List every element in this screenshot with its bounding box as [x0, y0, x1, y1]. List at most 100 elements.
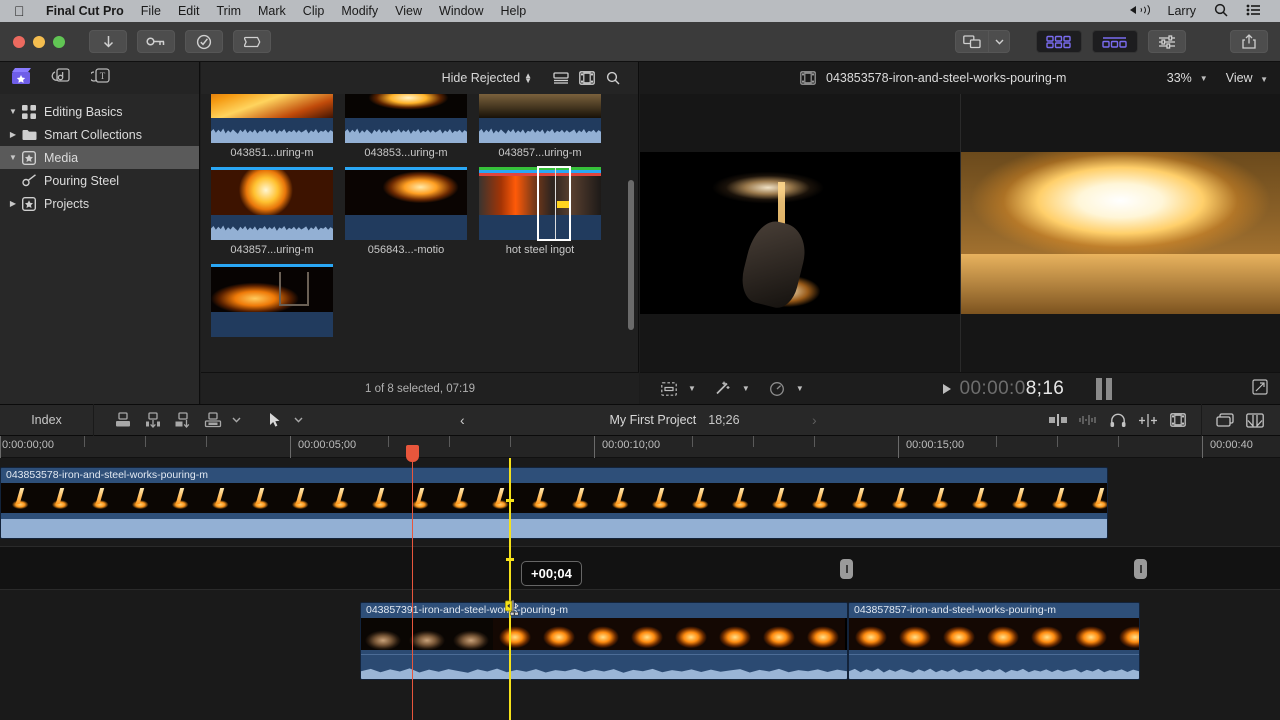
sidebar-item-smart-collections[interactable]: Smart Collections [0, 123, 199, 146]
display-layout-chevron[interactable] [988, 30, 1010, 53]
close-panel-icon[interactable] [1240, 408, 1270, 432]
menu-bar-user-name[interactable]: Larry [1159, 4, 1205, 18]
snapping-icon[interactable] [1133, 408, 1163, 432]
browser-scrollbar[interactable] [628, 180, 634, 330]
timeline-playhead[interactable] [412, 458, 413, 720]
chevron-down-icon[interactable]: ▼ [1200, 74, 1208, 83]
rating-favorite-button[interactable] [185, 30, 223, 53]
chevron-down-icon[interactable]: ▼ [1260, 75, 1268, 84]
timeline-index-button[interactable]: Index [0, 413, 93, 427]
libraries-tab[interactable] [10, 68, 32, 88]
sidebar-item-pouring-steel[interactable]: Pouring Steel [0, 169, 199, 192]
control-center-icon[interactable] [1237, 4, 1270, 19]
clip-thumbnail[interactable] [345, 94, 467, 118]
search-icon[interactable] [1205, 3, 1237, 20]
menu-item-clip[interactable]: Clip [294, 4, 333, 18]
edit-point-marker[interactable] [840, 559, 853, 579]
timeline-connected-track-area[interactable] [0, 546, 1280, 590]
chevron-down-icon[interactable]: ▼ [688, 384, 696, 393]
zoom-window-button[interactable] [53, 36, 65, 48]
browser-clip[interactable]: 043857...uring-m [479, 94, 601, 161]
show-audio-waveform-button[interactable] [1073, 408, 1103, 432]
timeline-pane[interactable]: 0:00:00;00 00:00:05;00 00:00:10;00 00:00… [0, 436, 1280, 720]
menu-item-window[interactable]: Window [431, 4, 492, 18]
timeline-tracks[interactable]: 043853578-iron-and-steel-works-pouring-m [0, 458, 1280, 720]
browser-clip-selected[interactable]: hot steel ingot [479, 167, 601, 258]
insert-button[interactable] [138, 408, 168, 432]
chevron-down-icon[interactable]: ▼ [742, 384, 750, 393]
close-window-button[interactable] [13, 36, 25, 48]
filmstrip-icon[interactable] [574, 68, 600, 88]
up-down-chevron-icon[interactable]: ▲▼ [524, 73, 532, 83]
browser-clip[interactable]: 043851...uring-m [211, 94, 333, 161]
clip-appearance-button[interactable] [1163, 408, 1193, 432]
browser-clip[interactable] [211, 264, 333, 337]
timeline-connected-clip[interactable]: 043857857-iron-and-steel-works-pouring-m [848, 602, 1140, 680]
tool-chevron-down-icon[interactable] [290, 408, 306, 432]
disclosure-triangle-icon[interactable] [6, 107, 20, 116]
viewer-display-options-button[interactable] [654, 382, 684, 396]
edit-tools-chevron[interactable] [228, 408, 244, 432]
menu-item-view[interactable]: View [387, 4, 431, 18]
browser-toggle-button[interactable] [1036, 30, 1082, 53]
menu-item-final-cut-pro[interactable]: Final Cut Pro [38, 4, 133, 18]
display-layout-button[interactable] [955, 30, 989, 53]
menu-item-modify[interactable]: Modify [333, 4, 387, 18]
clip-thumbnail[interactable] [345, 167, 467, 215]
viewer-fullscreen-button[interactable] [1252, 379, 1268, 398]
timeline-primary-clip[interactable]: 043853578-iron-and-steel-works-pouring-m [0, 467, 1108, 539]
photos-audio-tab[interactable] [50, 68, 72, 88]
clip-thumbnail[interactable] [479, 167, 601, 215]
menu-item-mark[interactable]: Mark [250, 4, 295, 18]
pause-bars-icon[interactable] [1096, 378, 1112, 400]
keyword-editor-button[interactable] [137, 30, 175, 53]
menu-item-help[interactable]: Help [492, 4, 535, 18]
disclosure-triangle-icon[interactable] [6, 130, 20, 139]
menu-item-file[interactable]: File [132, 4, 169, 18]
import-media-button[interactable] [89, 30, 127, 53]
viewer-timecode[interactable]: 00:00:08;16 [804, 378, 1252, 400]
minimize-window-button[interactable] [33, 36, 45, 48]
timeline-trim-edit-line[interactable] [509, 458, 511, 720]
timeline-ruler[interactable]: 0:00:00;00 00:00:05;00 00:00:10;00 00:00… [0, 436, 1280, 458]
titles-generators-tab[interactable]: T [90, 68, 112, 88]
append-button[interactable] [168, 408, 198, 432]
sidebar-item-editing-basics[interactable]: Editing Basics [0, 100, 199, 123]
apple-logo-icon[interactable]:  [0, 4, 38, 18]
browser-clip[interactable]: 043853...uring-m [345, 94, 467, 161]
connect-button[interactable] [108, 408, 138, 432]
browser-clip[interactable]: 056843...-motio [345, 167, 467, 258]
clip-appearance-button[interactable] [548, 68, 574, 88]
solo-button[interactable] [1103, 408, 1133, 432]
hide-rejected-label[interactable]: Hide Rejected [442, 71, 521, 85]
viewer-zoom-level[interactable]: 33% [1167, 71, 1192, 85]
share-tag-button[interactable] [233, 30, 271, 53]
menu-item-edit[interactable]: Edit [169, 4, 208, 18]
event-viewer-image[interactable] [640, 94, 960, 372]
disclosure-triangle-icon[interactable] [6, 199, 20, 208]
overwrite-button[interactable] [198, 408, 228, 432]
playhead-handle[interactable] [406, 445, 419, 462]
clip-thumbnail[interactable] [211, 264, 333, 312]
viewer-image[interactable] [960, 94, 1280, 372]
volume-icon[interactable] [1121, 3, 1159, 20]
chevron-down-icon[interactable]: ▼ [796, 384, 804, 393]
timeline-connected-clip[interactable]: 043857391-iron-and-steel-works-pouring-m [360, 602, 848, 680]
viewer-enhancements-button[interactable] [708, 381, 738, 396]
clip-thumbnail[interactable] [211, 167, 333, 215]
clip-thumbnail[interactable] [211, 94, 333, 118]
viewer-retime-button[interactable] [762, 381, 792, 397]
disclosure-triangle-icon[interactable] [6, 153, 20, 162]
inspector-button[interactable] [1148, 30, 1186, 53]
timeline-back-button[interactable]: ‹ [460, 412, 465, 428]
menu-item-trim[interactable]: Trim [208, 4, 250, 18]
share-button[interactable] [1230, 30, 1268, 53]
browser-search-button[interactable] [600, 68, 626, 88]
show-video-waveform-button[interactable] [1043, 408, 1073, 432]
timeline-toggle-button[interactable] [1092, 30, 1138, 53]
viewer-view-menu[interactable]: View ▼ [1226, 71, 1268, 85]
sidebar-item-media[interactable]: Media [0, 146, 199, 169]
timeline-history-button[interactable] [1210, 408, 1240, 432]
edit-point-marker[interactable] [1134, 559, 1147, 579]
select-tool-button[interactable] [260, 408, 290, 432]
